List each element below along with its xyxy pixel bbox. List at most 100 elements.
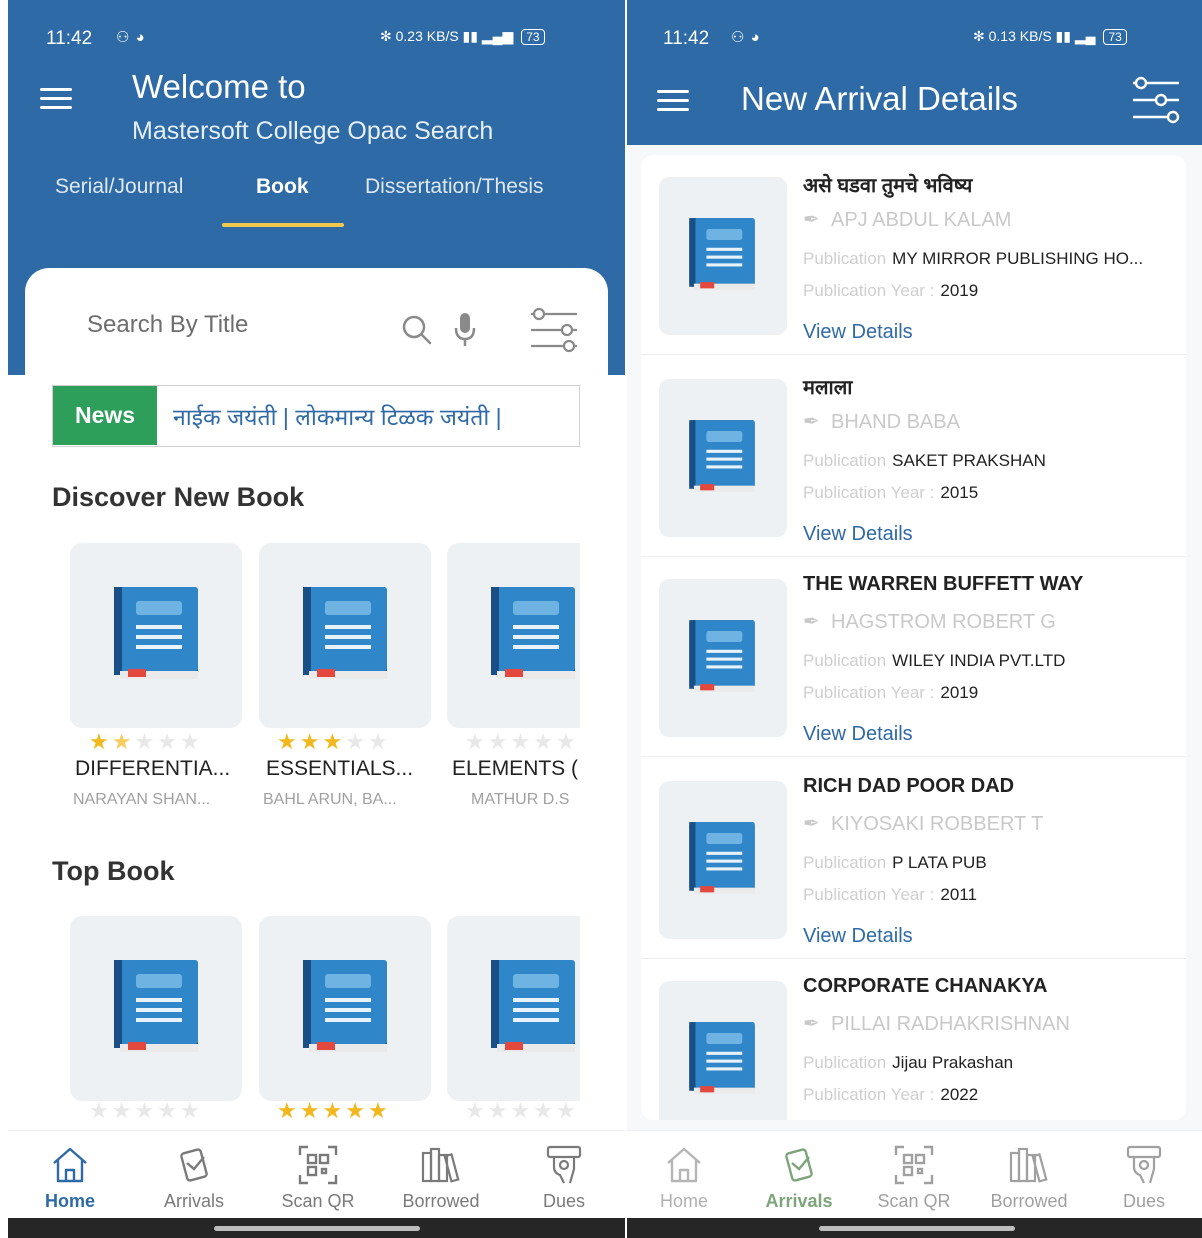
rating-stars: ★★★★★ [277, 1098, 391, 1124]
book-title: CORPORATE CHANAKYA [803, 975, 1048, 997]
book-cover [659, 981, 787, 1120]
nav-label: Arrivals [765, 1191, 833, 1211]
book-cover [259, 543, 431, 728]
nav-label: Scan QR [281, 1191, 355, 1211]
book-cover [70, 916, 242, 1101]
notification-icons: ⚇ ◕ [116, 29, 146, 46]
nav-home[interactable]: Home [15, 1143, 125, 1212]
year-value: 2022 [940, 1085, 979, 1104]
publication-row: Publication MY MIRROR PUBLISHING HO... [803, 249, 1143, 269]
book-author: ✒ HAGSTROM ROBERT G [803, 609, 1056, 634]
star-icon: ★ [89, 1098, 112, 1123]
view-details-link[interactable]: View Details [803, 723, 913, 746]
list-item[interactable]: मलाला ✒ BHAND BABA Publication SAKET PRAKS… [641, 357, 1186, 557]
view-details-link[interactable]: View Details [803, 523, 913, 546]
menu-icon[interactable] [40, 88, 72, 110]
publication-row: Publication P LATA PUB [803, 853, 987, 873]
star-icon: ★ [510, 729, 534, 754]
star-icon: ★ [322, 729, 346, 754]
tab-book[interactable]: Book [256, 175, 309, 199]
home-content-card: Search By Title News नाईक जयंती | लोकमान… [25, 268, 608, 1238]
star-icon: ★ [555, 1098, 579, 1123]
author-name: KIYOSAKI ROBBERT T [831, 813, 1044, 835]
home-gesture-pill[interactable] [819, 1226, 1015, 1231]
home-gesture-pill[interactable] [214, 1226, 420, 1231]
book-cover [447, 916, 580, 1101]
year-row: Publication Year : 2015 [803, 483, 978, 503]
publication-value: MY MIRROR PUBLISHING HO... [892, 249, 1144, 268]
nav-arrivals[interactable]: Arrivals [744, 1143, 854, 1212]
star-icon: ★ [510, 1098, 534, 1123]
news-text: नाईक जयंती | लोकमान्य टिळक जयंती | [173, 404, 502, 430]
list-item[interactable]: CORPORATE CHANAKYA ✒ PILLAI RADHAKRISHNAN… [641, 959, 1186, 1120]
year-value: 2011 [940, 885, 977, 904]
book-title: असे घडवा तुमचे भविष्य [803, 175, 973, 197]
book-title: DIFFERENTIA... [75, 757, 231, 780]
view-details-link[interactable]: View Details [803, 321, 913, 344]
star-icon: ★ [533, 729, 556, 754]
search-input[interactable]: Search By Title [55, 293, 405, 363]
nav-home[interactable]: Home [629, 1143, 739, 1212]
star-icon: ★ [367, 1098, 391, 1123]
book-icon [689, 218, 755, 290]
menu-icon[interactable] [657, 90, 689, 112]
nav-borrowed[interactable]: Borrowed [974, 1143, 1084, 1212]
network-icons: ✻ 0.13 KB/S ▮▮ ▂▄ 73 [973, 28, 1127, 45]
pen-icon: ✒ [803, 611, 820, 633]
bottom-navigation: Home Arrivals Scan QR Borrowed Dues [627, 1130, 1202, 1218]
list-item[interactable]: THE WARREN BUFFETT WAY ✒ HAGSTROM ROBERT … [641, 557, 1186, 757]
star-icon: ★ [277, 729, 300, 754]
news-badge: News [53, 386, 157, 445]
book-author: ✒ PILLAI RADHAKRISHNAN [803, 1011, 1070, 1036]
publication-label: Publication [803, 853, 887, 872]
nav-borrowed[interactable]: Borrowed [386, 1143, 496, 1212]
filter-icon[interactable] [1131, 76, 1181, 124]
list-item[interactable]: RICH DAD POOR DAD ✒ KIYOSAKI ROBBERT T Pu… [641, 759, 1186, 959]
publication-value: Jijau Prakashan [892, 1053, 1014, 1072]
star-icon: ★ [533, 1098, 556, 1123]
bottom-navigation: Home Arrivals Scan QR Borrowed Dues [8, 1130, 625, 1218]
tab-dissertation-thesis[interactable]: Dissertation/Thesis [365, 175, 544, 199]
page-title: New Arrival Details [741, 80, 1018, 117]
book-icon [303, 960, 387, 1052]
book-author: ✒ KIYOSAKI ROBBERT T [803, 811, 1043, 836]
microphone-icon[interactable] [453, 312, 477, 348]
book-icon [114, 960, 198, 1052]
tab-serial-journal[interactable]: Serial/Journal [55, 175, 183, 199]
star-icon: ★ [322, 1098, 346, 1123]
book-author: MATHUR D.S [471, 791, 570, 808]
nav-arrivals[interactable]: Arrivals [139, 1143, 249, 1212]
star-icon: ★ [277, 1098, 300, 1123]
nav-scan-qr[interactable]: Scan QR [859, 1143, 969, 1212]
nav-label: Borrowed [990, 1191, 1068, 1211]
pen-icon: ✒ [803, 1013, 820, 1035]
author-name: APJ ABDUL KALAM [831, 209, 1012, 231]
books-icon [974, 1143, 1084, 1187]
books-icon [386, 1143, 496, 1187]
search-placeholder: Search By Title [87, 311, 249, 338]
arrivals-icon [744, 1143, 854, 1187]
year-row: Publication Year : 2019 [803, 281, 978, 301]
list-item[interactable]: असे घडवा तुमचे भविष्य ✒ APJ ABDUL KALAM P… [641, 155, 1186, 355]
search-icon[interactable] [401, 314, 433, 346]
book-title: मलाला [803, 377, 853, 399]
category-tabs: Serial/Journal Book Dissertation/Thesis [8, 175, 625, 235]
book-cover [659, 379, 787, 537]
view-details-link[interactable]: View Details [803, 925, 913, 948]
star-icon: ★ [487, 729, 511, 754]
publication-value: P LATA PUB [892, 853, 987, 872]
news-ticker[interactable]: News नाईक जयंती | लोकमान्य टिळक जयंती | [52, 385, 580, 447]
status-bar: 11:42 ⚇ ◕ ✻ 0.13 KB/S ▮▮ ▂▄ 73 [627, 0, 1202, 70]
publication-label: Publication [803, 451, 887, 470]
network-icons: ✻ 0.23 KB/S ▮▮ ▂▄▆ 73 [380, 28, 545, 45]
nav-label: Home [44, 1191, 95, 1211]
filter-icon[interactable] [529, 306, 579, 354]
rating-stars: ★★★★★ [89, 1098, 203, 1124]
dues-icon [509, 1143, 619, 1187]
system-navigation-bar [627, 1218, 1202, 1238]
nav-dues[interactable]: Dues [509, 1143, 619, 1212]
nav-scan-qr[interactable]: Scan QR [263, 1143, 373, 1212]
year-row: Publication Year : 2019 [803, 683, 978, 703]
nav-dues[interactable]: Dues [1089, 1143, 1199, 1212]
year-row: Publication Year : 2022 [803, 1085, 978, 1105]
